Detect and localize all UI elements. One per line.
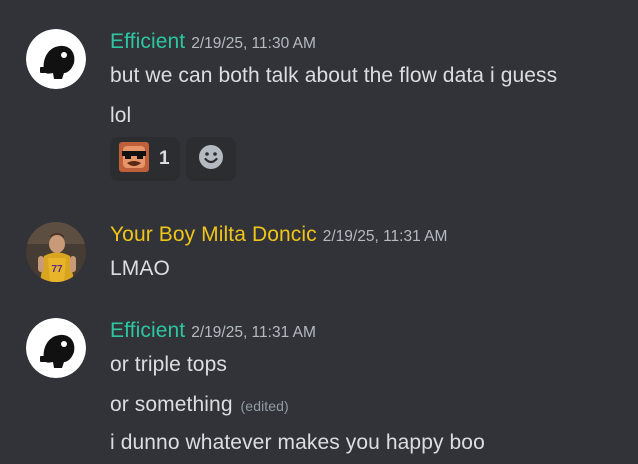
avatar[interactable]	[26, 29, 86, 89]
avatar[interactable]: 77	[26, 222, 86, 282]
svg-text:77: 77	[51, 264, 63, 275]
avatar[interactable]	[26, 318, 86, 378]
chat-message-list: Efficient 2/19/25, 11:30 AM but we can bo…	[0, 0, 638, 464]
message-text: i dunno whatever makes you happy boo	[110, 431, 485, 454]
reactions-bar: 1	[110, 137, 236, 181]
edited-label: (edited)	[240, 398, 289, 414]
timestamp[interactable]: 2/19/25, 11:30 AM	[191, 35, 316, 52]
username[interactable]: Efficient	[110, 319, 185, 342]
reaction-button[interactable]: 1	[110, 137, 180, 181]
username[interactable]: Your Boy Milta Doncic	[110, 223, 317, 246]
smiley-add-reaction-icon	[198, 144, 224, 175]
message-text: or triple tops	[110, 353, 227, 376]
timestamp[interactable]: 2/19/25, 11:31 AM	[191, 324, 316, 341]
message-text: or something	[110, 393, 233, 416]
reaction-count: 1	[159, 148, 170, 169]
timestamp[interactable]: 2/19/25, 11:31 AM	[323, 228, 448, 245]
message-text: lol	[110, 104, 132, 127]
message-text: but we can both talk about the flow data…	[110, 64, 558, 87]
sunglasses-man-emoji-icon	[119, 141, 149, 177]
message-text: LMAO	[110, 257, 170, 280]
username[interactable]: Efficient	[110, 30, 185, 53]
add-reaction-button[interactable]	[185, 137, 236, 181]
message-text-edited: or something (edited)	[110, 393, 289, 417]
